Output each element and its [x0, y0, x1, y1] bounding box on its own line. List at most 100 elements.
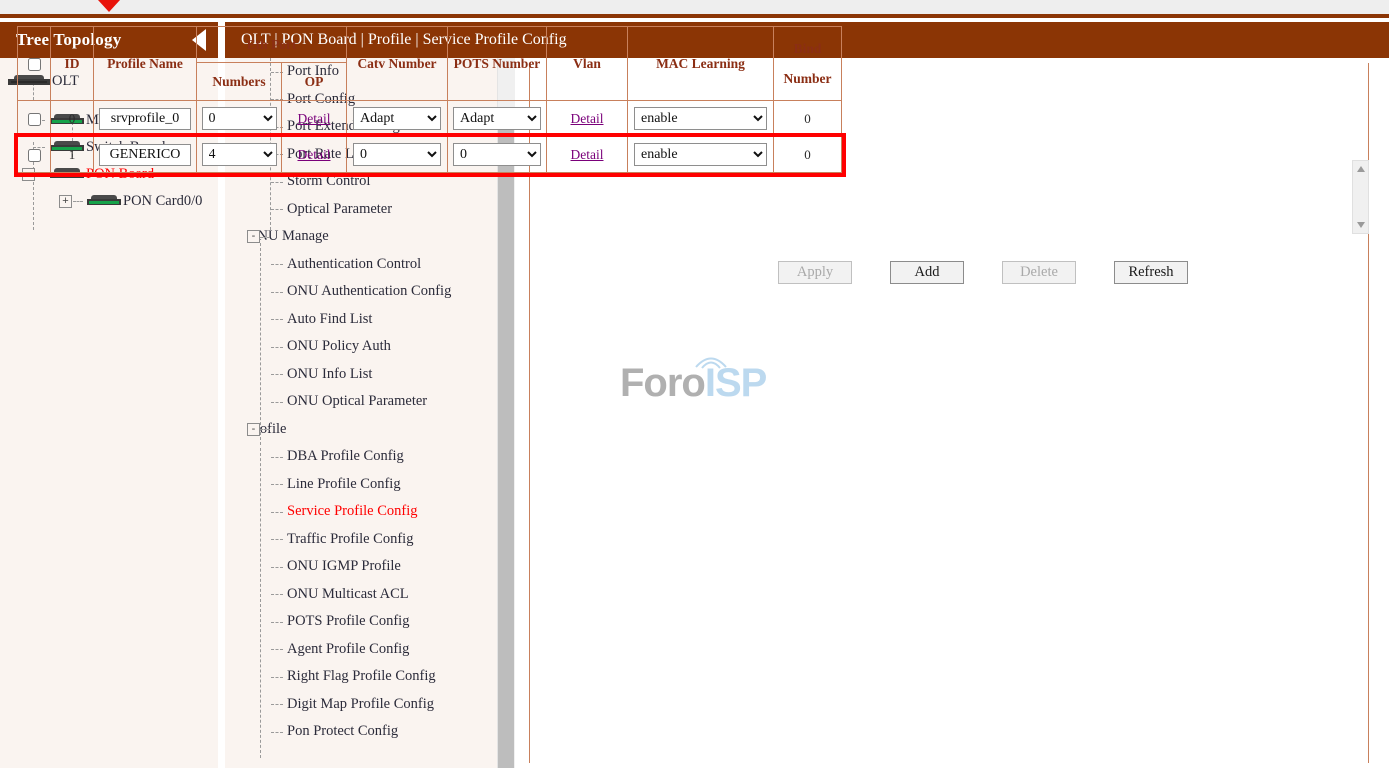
row-eth-numbers-cell: 012345678 [197, 137, 282, 173]
row-checkbox[interactable] [28, 113, 41, 126]
menu-item-onu-policy-auth[interactable]: ONU Policy Auth [225, 333, 515, 361]
row-checkbox[interactable] [28, 149, 41, 162]
menu-item-label: Authentication Control [287, 256, 421, 273]
row-eth-op-cell: Detail [282, 101, 347, 137]
menu-item-onu-authentication-config[interactable]: ONU Authentication Config [225, 278, 515, 306]
menu-expander-minus-icon[interactable]: - [247, 230, 260, 243]
menu-item-label: Line Profile Config [287, 476, 401, 493]
menu-item-authentication-control[interactable]: Authentication Control [225, 251, 515, 279]
watermark-part2: ISP [705, 361, 766, 405]
device-card-icon [87, 195, 121, 208]
service-profile-table: ID Profile Name Eth Port Catv Number POT… [17, 26, 842, 173]
column-profile-name: Profile Name [94, 27, 197, 101]
menu-connector [271, 594, 283, 595]
menu-item-onu-igmp-profile[interactable]: ONU IGMP Profile [225, 553, 515, 581]
menu-scrollbar-thumb[interactable] [498, 118, 514, 768]
refresh-button[interactable]: Refresh [1114, 261, 1188, 284]
menu-item-right-flag-profile-config[interactable]: Right Flag Profile Config [225, 663, 515, 691]
menu-connector [271, 704, 283, 705]
menu-connector [271, 484, 283, 485]
profile-name-input[interactable] [99, 108, 191, 130]
table-row[interactable]: 0012345678DetailAdapt012Adapt012Detailen… [18, 101, 842, 137]
menu-connector [271, 622, 283, 623]
top-divider-rule [0, 14, 1389, 18]
menu-item-optical-parameter[interactable]: Optical Parameter [225, 196, 515, 224]
menu-connector [271, 732, 283, 733]
row-profile-name-cell [94, 137, 197, 173]
mac-learning-select[interactable]: enabledisable [634, 107, 767, 130]
menu-item-pon-protect-config[interactable]: Pon Protect Config [225, 718, 515, 746]
menu-item-label: Agent Profile Config [287, 641, 409, 658]
menu-expander-minus-icon[interactable]: - [247, 423, 260, 436]
menu-item-profile[interactable]: -Profile [225, 416, 515, 444]
mac-learning-select[interactable]: enabledisable [634, 143, 767, 166]
row-select-cell [18, 137, 51, 173]
column-eth-op: OP [282, 63, 347, 101]
table-scrollbar[interactable] [1352, 160, 1369, 234]
menu-connector [271, 512, 283, 513]
menu-connector [271, 264, 283, 265]
table-row[interactable]: 1012345678DetailAdapt012Adapt012Detailen… [18, 137, 842, 173]
add-button[interactable]: Add [890, 261, 964, 284]
table-header-row-1: ID Profile Name Eth Port Catv Number POT… [18, 27, 842, 63]
tree-expander-plus-icon[interactable]: + [59, 195, 72, 208]
menu-connector [271, 347, 283, 348]
menu-item-onu-manage[interactable]: -ONU Manage [225, 223, 515, 251]
menu-connector [271, 209, 283, 210]
menu-item-line-profile-config[interactable]: Line Profile Config [225, 471, 515, 499]
eth-port-detail-link[interactable]: Detail [298, 147, 331, 162]
column-bind-number: Bind Number [774, 27, 842, 101]
row-eth-op-cell: Detail [282, 137, 347, 173]
pots-number-select[interactable]: Adapt012 [453, 107, 541, 130]
column-mac-learning: MAC Learning [628, 27, 774, 101]
menu-item-onu-info-list[interactable]: ONU Info List [225, 361, 515, 389]
table-head: ID Profile Name Eth Port Catv Number POT… [18, 27, 842, 101]
pots-number-select[interactable]: Adapt012 [453, 143, 541, 166]
menu-item-digit-map-profile-config[interactable]: Digit Map Profile Config [225, 691, 515, 719]
menu-connector [271, 677, 283, 678]
menu-item-label: Storm Control [287, 173, 370, 190]
menu-connector [271, 319, 283, 320]
row-catv-cell: Adapt012 [347, 101, 448, 137]
menu-connector [271, 182, 283, 183]
eth-numbers-select[interactable]: 012345678 [202, 143, 277, 166]
row-pots-cell: Adapt012 [448, 137, 547, 173]
menu-connector [260, 429, 270, 430]
catv-number-select[interactable]: Adapt012 [353, 107, 441, 130]
menu-item-auto-find-list[interactable]: Auto Find List [225, 306, 515, 334]
app-root: Tree Topology OLT Main Board Switch Boar… [0, 0, 1389, 768]
menu-connector [271, 567, 283, 568]
vlan-detail-link[interactable]: Detail [571, 111, 604, 126]
menu-connector [271, 457, 283, 458]
menu-item-service-profile-config[interactable]: Service Profile Config [225, 498, 515, 526]
menu-item-label: Pon Protect Config [287, 723, 398, 740]
menu-connector [271, 374, 283, 375]
menu-item-label: Traffic Profile Config [287, 531, 413, 548]
eth-numbers-select[interactable]: 012345678 [202, 107, 277, 130]
watermark-part1: Foro [620, 361, 705, 405]
select-all-checkbox[interactable] [28, 58, 41, 71]
tree-node-pon-card[interactable]: + PON Card0/0 [0, 188, 218, 215]
vlan-detail-link[interactable]: Detail [571, 147, 604, 162]
column-eth-port: Eth Port [197, 27, 347, 63]
eth-port-detail-link[interactable]: Detail [298, 111, 331, 126]
column-id: ID [51, 27, 94, 101]
triangle-up-icon[interactable] [1357, 166, 1365, 172]
menu-item-pots-profile-config[interactable]: POTS Profile Config [225, 608, 515, 636]
foroisp-watermark: ForoISP [620, 361, 766, 406]
menu-item-dba-profile-config[interactable]: DBA Profile Config [225, 443, 515, 471]
menu-item-label: ONU Authentication Config [287, 283, 451, 300]
menu-connector [271, 649, 283, 650]
menu-item-traffic-profile-config[interactable]: Traffic Profile Config [225, 526, 515, 554]
catv-number-select[interactable]: Adapt012 [353, 143, 441, 166]
menu-item-agent-profile-config[interactable]: Agent Profile Config [225, 636, 515, 664]
action-button-row: ApplyAddDeleteRefresh [778, 261, 1188, 284]
menu-item-onu-multicast-acl[interactable]: ONU Multicast ACL [225, 581, 515, 609]
menu-item-label: POTS Profile Config [287, 613, 409, 630]
profile-name-input[interactable] [99, 144, 191, 166]
menu-item-onu-optical-parameter[interactable]: ONU Optical Parameter [225, 388, 515, 416]
menu-item-label: ONU Policy Auth [287, 338, 391, 355]
triangle-down-icon[interactable] [1357, 222, 1365, 228]
column-select-all [18, 27, 51, 101]
menu-item-label: Service Profile Config [287, 503, 417, 520]
